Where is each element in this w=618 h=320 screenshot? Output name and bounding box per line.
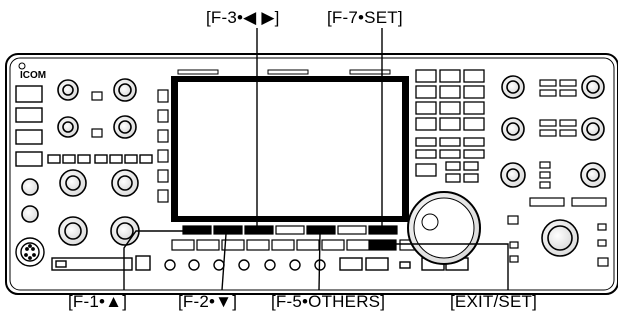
function-keys (182, 225, 398, 235)
f2-key (213, 225, 243, 235)
f4-key (275, 225, 305, 235)
power-button (15, 85, 43, 103)
f3-key (244, 225, 274, 235)
f6-key (337, 225, 367, 235)
transceiver-front-panel: ICOM (5, 28, 618, 295)
left-button-4 (15, 151, 43, 167)
lcd-display (171, 76, 409, 222)
left-button-2 (15, 107, 43, 123)
right-keypad (415, 69, 485, 183)
mic-connector (15, 237, 45, 267)
main-tuning-dial (407, 191, 481, 265)
exit-set-key (369, 239, 397, 251)
lower-key-row (171, 239, 417, 251)
f1-key (182, 225, 212, 235)
left-button-3 (15, 129, 43, 145)
top-indicators (177, 69, 391, 75)
brand-logo-text: ICOM (20, 70, 46, 81)
leader-f5 (318, 233, 321, 291)
slot-connector (51, 255, 151, 271)
f5-key (306, 225, 336, 235)
f7-key (368, 225, 398, 235)
